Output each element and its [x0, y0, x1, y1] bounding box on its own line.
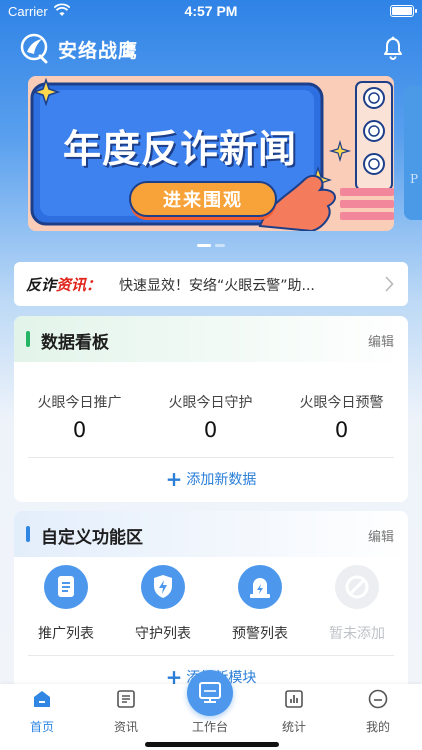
pagination-dot-active [197, 244, 211, 247]
tab-label: 统计 [281, 720, 306, 734]
news-tag-black: 反诈 [26, 276, 57, 294]
news-tag-red: 资讯： [56, 276, 102, 294]
home-indicator [145, 742, 279, 747]
banner-headline: 年度反诈新闻 [62, 127, 297, 171]
plus-icon: + [165, 467, 183, 491]
news-ticker[interactable]: 反诈资讯： 快速显效！安络“火眼云警”助... [14, 262, 408, 306]
function-empty-slot: 暂未添加 [308, 565, 406, 643]
tab-news[interactable]: 资讯 [84, 688, 168, 735]
function-label: 守护列表 [135, 626, 191, 642]
tab-statistics[interactable]: 统计 [252, 688, 336, 735]
battery-icon [390, 5, 417, 17]
custom-function-header: 自定义功能区 编辑 [14, 511, 408, 557]
stat-guard[interactable]: 火眼今日守护 0 [145, 392, 276, 442]
custom-function-title: 自定义功能区 [41, 528, 143, 548]
divider [28, 655, 394, 656]
clock: 4:57 PM [184, 3, 238, 19]
banner-pagination [0, 244, 422, 248]
news-icon [117, 690, 135, 708]
divider [28, 457, 394, 458]
app-title: 安络战鹰 [58, 40, 139, 62]
tab-label: 我的 [365, 720, 390, 734]
function-warning-list[interactable]: 预警列表 [211, 565, 309, 643]
banner-cta-button[interactable]: 进来围观 [130, 186, 276, 212]
function-grid: 推广列表 守护列表 预警列表 暂未添加 [14, 565, 408, 655]
bar-chart-icon [285, 690, 303, 708]
section-accent-bar [26, 331, 30, 347]
profile-face-icon [368, 689, 388, 709]
tab-home[interactable]: 首页 [0, 688, 84, 735]
banner-next-peek[interactable]: P [404, 86, 422, 220]
pagination-dot [215, 244, 225, 247]
stat-label: 火眼今日守护 [168, 395, 253, 411]
data-board-header: 数据看板 编辑 [14, 316, 408, 362]
stat-label: 火眼今日预警 [299, 395, 384, 411]
custom-function-edit-button[interactable]: 编辑 [368, 526, 394, 545]
function-promotion-list[interactable]: 推广列表 [17, 565, 115, 643]
stat-value: 0 [72, 418, 87, 442]
data-board-title: 数据看板 [41, 333, 109, 353]
stat-warning[interactable]: 火眼今日预警 0 [276, 392, 407, 442]
function-label: 推广列表 [38, 626, 94, 642]
bell-icon[interactable] [382, 36, 404, 60]
app-header: 安络战鹰 [0, 30, 422, 66]
stats-row: 火眼今日推广 0 火眼今日守护 0 火眼今日预警 0 [14, 392, 408, 452]
function-guard-list[interactable]: 守护列表 [114, 565, 212, 643]
tab-label: 工作台 [191, 720, 228, 734]
alarm-icon [238, 565, 282, 609]
news-text: 快速显效！安络“火眼云警”助... [119, 278, 315, 294]
news-tag: 反诈资讯： [26, 274, 101, 295]
shield-bolt-icon [141, 565, 185, 609]
add-data-button[interactable]: + 添加新数据 [14, 467, 408, 491]
workbench-button[interactable] [187, 670, 233, 716]
banner[interactable]: 年度反诈新闻 进来围观 [28, 76, 394, 231]
section-accent-bar [26, 526, 30, 542]
disabled-icon [335, 565, 379, 609]
chevron-right-icon [385, 276, 394, 292]
add-data-label: 添加新数据 [186, 472, 257, 488]
tab-label: 资讯 [113, 720, 138, 734]
function-label: 预警列表 [232, 626, 288, 642]
app-logo-icon [20, 33, 48, 64]
stat-value: 0 [203, 418, 218, 442]
tab-profile[interactable]: 我的 [336, 688, 420, 735]
stat-promotion[interactable]: 火眼今日推广 0 [14, 392, 145, 442]
home-icon [34, 691, 50, 707]
monitor-icon [199, 682, 221, 703]
function-label: 暂未添加 [329, 626, 385, 642]
stat-label: 火眼今日推广 [37, 395, 122, 411]
data-board-card: 数据看板 编辑 火眼今日推广 0 火眼今日守护 0 火眼今日预警 0 + 添加新数… [14, 316, 408, 502]
stat-value: 0 [334, 418, 349, 442]
banner-peek-text: P [410, 172, 419, 186]
data-board-edit-button[interactable]: 编辑 [368, 331, 394, 350]
status-bar: Carrier 4:57 PM [0, 0, 422, 24]
tab-label: 首页 [29, 720, 54, 734]
list-doc-icon [44, 565, 88, 609]
